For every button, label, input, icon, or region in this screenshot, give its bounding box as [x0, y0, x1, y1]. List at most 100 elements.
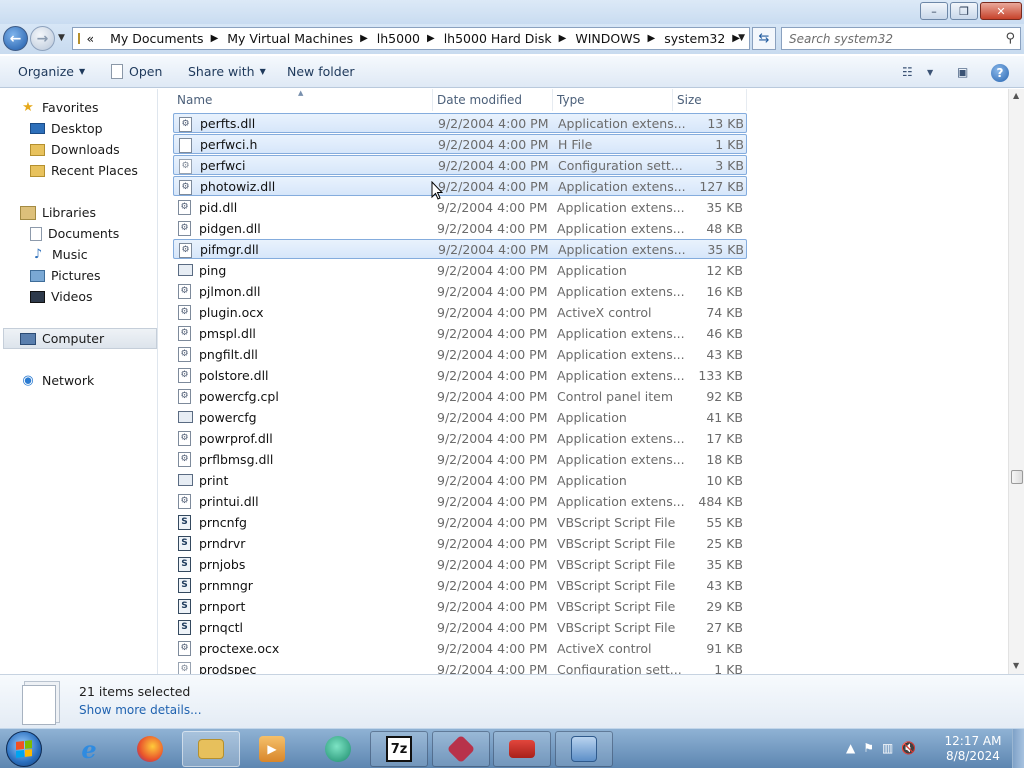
column-header-type[interactable]: Type — [553, 89, 673, 111]
taskbar-green-app[interactable] — [309, 731, 367, 767]
taskbar-7zip[interactable]: 7z — [370, 731, 428, 767]
vertical-scrollbar[interactable]: ▲ ▼ — [1008, 89, 1024, 674]
show-desktop-button[interactable] — [1012, 729, 1024, 768]
file-row[interactable]: ⚙ prflbmsg.dll 9/2/2004 4:00 PM Application… — [173, 449, 747, 470]
chevron-right-icon[interactable]: ▶ — [360, 33, 368, 44]
nav-network[interactable]: ◉ Network — [20, 370, 94, 391]
preview-pane-icon: ▣ — [957, 65, 969, 79]
column-header-name[interactable]: Name — [173, 89, 433, 111]
show-hidden-icons-arrow[interactable]: ▲ — [846, 741, 855, 755]
back-button[interactable]: ← — [3, 26, 28, 51]
taskbar-media-player[interactable]: ▶ — [243, 731, 301, 767]
file-row[interactable]: Sprnport 9/2/2004 4:00 PM VBScript Script … — [173, 596, 747, 617]
vbscript-file-icon: S — [178, 515, 191, 530]
nav-libraries[interactable]: Libraries — [20, 202, 96, 223]
chevron-right-icon[interactable]: ▶ — [427, 33, 435, 44]
nav-recent-places[interactable]: Recent Places — [30, 160, 138, 181]
network-status-icon[interactable]: ▥ — [882, 741, 893, 755]
file-row[interactable]: ⚙ polstore.dll 9/2/2004 4:00 PM Application… — [173, 365, 747, 386]
nav-videos[interactable]: Videos — [30, 286, 93, 307]
share-with-button[interactable]: Share with ▼ — [188, 64, 266, 79]
file-row[interactable]: ping 9/2/2004 4:00 PM Application 12 KB — [173, 260, 747, 281]
new-folder-button[interactable]: New folder — [287, 64, 355, 79]
file-row[interactable]: powercfg 9/2/2004 4:00 PM Application 41 KB — [173, 407, 747, 428]
file-row[interactable]: ⚙ perfwci 9/2/2004 4:00 PM Configuration se… — [173, 155, 747, 175]
file-row[interactable]: ⚙ pngfilt.dll 9/2/2004 4:00 PM Application … — [173, 344, 747, 365]
scroll-up-arrow[interactable]: ▲ — [1013, 91, 1019, 100]
file-row[interactable]: ⚙ pid.dll 9/2/2004 4:00 PM Application exte… — [173, 197, 747, 218]
nav-documents[interactable]: Documents — [30, 223, 119, 244]
breadcrumb-my-virtual-machines[interactable]: My Virtual Machines ▶ — [227, 31, 377, 46]
preview-pane-button[interactable]: ▣ — [957, 65, 968, 79]
breadcrumb-my-documents[interactable]: My Documents ▶ — [110, 31, 227, 46]
file-row[interactable]: ⚙ pifmgr.dll 9/2/2004 4:00 PM Application e… — [173, 239, 747, 259]
recent-pages-dropdown[interactable]: ▼ — [58, 33, 65, 43]
nav-favorites[interactable]: ★ Favorites — [20, 97, 98, 118]
file-size: 74 KB — [706, 305, 743, 320]
file-row[interactable]: ⚙ pidgen.dll 9/2/2004 4:00 PM Application e… — [173, 218, 747, 239]
system-clock[interactable]: 12:17 AM 8/8/2024 — [938, 734, 1008, 764]
search-icon[interactable]: ⚲ — [1005, 31, 1015, 46]
taskbar-firefox[interactable] — [121, 731, 179, 767]
volume-muted-icon[interactable]: 🔇 — [901, 741, 916, 755]
file-row[interactable]: ⚙ pjlmon.dll 9/2/2004 4:00 PM Application e… — [173, 281, 747, 302]
organize-button[interactable]: Organize ▼ — [18, 64, 85, 79]
taskbar-toolbox[interactable] — [493, 731, 551, 767]
nav-pictures[interactable]: Pictures — [30, 265, 101, 286]
show-more-details-link[interactable]: Show more details... — [79, 703, 202, 717]
open-button[interactable]: Open — [111, 64, 162, 79]
breadcrumb-windows[interactable]: WINDOWS ▶ — [575, 31, 664, 46]
nav-downloads[interactable]: Downloads — [30, 139, 120, 160]
breadcrumb-lh5000[interactable]: lh5000 ▶ — [377, 31, 444, 46]
chevron-right-icon[interactable]: ▶ — [211, 33, 219, 44]
taskbar-red-app[interactable] — [432, 731, 490, 767]
refresh-button[interactable]: ⇆ — [752, 27, 776, 50]
file-row[interactable]: ⚙ printui.dll 9/2/2004 4:00 PM Application … — [173, 491, 747, 512]
minimize-button[interactable]: – — [920, 2, 948, 20]
breadcrumb-system32[interactable]: system32 ▶ — [664, 31, 749, 46]
chevron-right-icon[interactable]: ▶ — [559, 33, 567, 44]
file-row[interactable]: perfwci.h 9/2/2004 4:00 PM H File 1 KB — [173, 134, 747, 154]
file-row[interactable]: ⚙ perfts.dll 9/2/2004 4:00 PM Application e… — [173, 113, 747, 133]
close-button[interactable]: ✕ — [980, 2, 1022, 20]
nav-computer[interactable]: Computer — [3, 328, 157, 349]
nav-music[interactable]: ♪ Music — [30, 244, 88, 265]
action-center-flag-icon[interactable]: ⚑ — [863, 741, 874, 755]
scroll-down-arrow[interactable]: ▼ — [1013, 661, 1019, 670]
breadcrumb-lh5000-hard-disk[interactable]: lh5000 Hard Disk ▶ — [444, 31, 576, 46]
address-bar[interactable]: « My Documents ▶ My Virtual Machines ▶ lh5… — [72, 27, 750, 50]
file-row[interactable]: ⚙ powercfg.cpl 9/2/2004 4:00 PM Control pan… — [173, 386, 747, 407]
application-icon — [178, 264, 193, 276]
file-row[interactable]: Sprncnfg 9/2/2004 4:00 PM VBScript Script … — [173, 512, 747, 533]
start-button[interactable] — [6, 731, 42, 767]
file-row[interactable]: ⚙ powrprof.dll 9/2/2004 4:00 PM Application… — [173, 428, 747, 449]
taskbar-remote-desktop[interactable] — [555, 731, 613, 767]
file-row[interactable]: ⚙ photowiz.dll 9/2/2004 4:00 PM Application… — [173, 176, 747, 196]
nav-desktop[interactable]: Desktop — [30, 118, 103, 139]
column-header-size[interactable]: Size — [673, 89, 747, 111]
file-row[interactable]: Sprndrvr 9/2/2004 4:00 PM VBScript Script … — [173, 533, 747, 554]
breadcrumb-overflow[interactable]: « — [86, 31, 110, 46]
change-view-button[interactable]: ☷ — [902, 65, 913, 79]
file-row[interactable]: ⚙ plugin.ocx 9/2/2004 4:00 PM ActiveX contr… — [173, 302, 747, 323]
file-row[interactable]: print 9/2/2004 4:00 PM Application 10 KB — [173, 470, 747, 491]
file-row[interactable]: Sprnqctl 9/2/2004 4:00 PM VBScript Script … — [173, 617, 747, 638]
chevron-right-icon[interactable]: ▶ — [647, 33, 655, 44]
help-button[interactable]: ? — [991, 64, 1009, 82]
file-name: pifmgr.dll — [200, 241, 259, 257]
scroll-thumb[interactable] — [1011, 470, 1023, 484]
file-row[interactable]: Sprnjobs 9/2/2004 4:00 PM VBScript Script … — [173, 554, 747, 575]
file-row[interactable]: ⚙ prodspec 9/2/2004 4:00 PM Configuration s… — [173, 659, 747, 674]
file-type: Application extens... — [557, 431, 685, 446]
taskbar-internet-explorer[interactable]: e — [60, 731, 118, 767]
maximize-button[interactable]: ❐ — [950, 2, 978, 20]
file-row[interactable]: ⚙ proctexe.ocx 9/2/2004 4:00 PM ActiveX con… — [173, 638, 747, 659]
file-row[interactable]: ⚙ pmspl.dll 9/2/2004 4:00 PM Application ex… — [173, 323, 747, 344]
address-dropdown[interactable]: ▼ — [738, 33, 745, 43]
column-header-date-modified[interactable]: Date modified — [433, 89, 553, 111]
taskbar-windows-explorer[interactable] — [182, 731, 240, 767]
search-input[interactable]: Search system32 ⚲ — [781, 27, 1021, 50]
view-options-dropdown[interactable]: ▼ — [927, 68, 933, 77]
forward-button[interactable]: → — [30, 26, 55, 51]
file-row[interactable]: Sprnmngr 9/2/2004 4:00 PM VBScript Script … — [173, 575, 747, 596]
